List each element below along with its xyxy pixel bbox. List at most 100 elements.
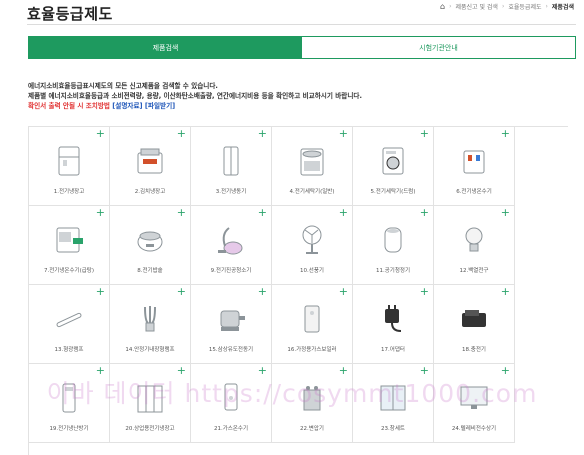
product-label: 15.삼상유도전동기 xyxy=(208,347,254,353)
plus-icon[interactable]: + xyxy=(339,128,348,139)
plus-icon[interactable]: + xyxy=(420,365,429,376)
cfl-lamp-icon xyxy=(144,305,156,332)
tab-bar: 제품검색 시험기관안내 xyxy=(28,36,576,59)
breadcrumb-current: 제품검색 xyxy=(551,4,574,11)
fluorescent-lamp-icon xyxy=(56,312,82,328)
divider xyxy=(27,24,576,25)
kimchi-fridge-icon xyxy=(137,148,163,174)
plus-icon[interactable]: + xyxy=(258,207,267,218)
product-tile[interactable]: +21.가스온수기 xyxy=(191,364,272,443)
air-conditioner-icon xyxy=(62,383,76,413)
plus-icon[interactable]: + xyxy=(420,128,429,139)
intro-line-2: 제품별 에너지소비효율등급과 소비전력량, 용량, 이산화탄소배출량, 연간에너… xyxy=(28,92,362,100)
drum-washer-icon xyxy=(382,147,404,175)
product-tile[interactable]: +23.창세트 xyxy=(353,364,434,443)
notice-text: 확인서 출력 안될 시 조치방법 xyxy=(28,102,110,110)
download-link[interactable]: [파일받기] xyxy=(145,102,175,110)
plus-icon[interactable]: + xyxy=(258,365,267,376)
gas-boiler-icon xyxy=(304,305,320,333)
tab-testing-agencies[interactable]: 시험기관안내 xyxy=(302,37,575,58)
product-tile[interactable]: +7.전기냉온수기(급탕) xyxy=(29,206,110,285)
product-tile[interactable]: +8.전기밥솥 xyxy=(110,206,191,285)
gas-water-heater-icon xyxy=(224,383,238,411)
product-tile[interactable]: +10.선풍기 xyxy=(272,206,353,285)
plus-icon[interactable]: + xyxy=(177,286,186,297)
commercial-fridge-icon xyxy=(137,385,163,413)
product-label: 14.안정기내장형램프 xyxy=(125,347,175,353)
product-tile[interactable]: +2.김치냉장고 xyxy=(110,127,191,206)
product-tile[interactable]: +24.텔레비전수상기 xyxy=(434,364,515,443)
product-tile[interactable]: +20.상업용전기냉장고 xyxy=(110,364,191,443)
plus-icon[interactable]: + xyxy=(177,365,186,376)
product-label: 5.전기세탁기(드럼) xyxy=(370,189,416,195)
product-label: 10.선풍기 xyxy=(300,268,324,274)
product-label: 19.전기냉난방기 xyxy=(49,426,89,432)
product-tile[interactable]: +12.백열전구 xyxy=(434,206,515,285)
page-title: 효율등급제도 xyxy=(27,5,113,23)
light-bulb-icon xyxy=(465,227,483,252)
freezer-icon xyxy=(223,146,239,176)
product-tile[interactable]: +18.충전기 xyxy=(434,285,515,364)
plus-icon[interactable]: + xyxy=(339,207,348,218)
product-tile[interactable]: +19.전기냉난방기 xyxy=(29,364,110,443)
plus-icon[interactable]: + xyxy=(258,286,267,297)
product-tile[interactable]: +3.전기냉동기 xyxy=(191,127,272,206)
product-tile[interactable]: +6.전기냉온수기 xyxy=(434,127,515,206)
product-label: 17.어댑터 xyxy=(381,347,405,353)
plus-icon[interactable]: + xyxy=(177,128,186,139)
product-tile[interactable]: +1.전기냉장고 xyxy=(29,127,110,206)
plus-icon[interactable]: + xyxy=(96,128,105,139)
product-label: 8.전기밥솥 xyxy=(137,268,163,274)
plus-icon[interactable]: + xyxy=(501,365,510,376)
product-label: 12.백열전구 xyxy=(459,268,489,274)
product-label: 4.전기세탁기(일반) xyxy=(289,189,335,195)
plus-icon[interactable]: + xyxy=(501,128,510,139)
product-tile[interactable]: +5.전기세탁기(드럼) xyxy=(353,127,434,206)
plus-icon[interactable]: + xyxy=(258,128,267,139)
plus-icon[interactable]: + xyxy=(420,207,429,218)
product-tile[interactable]: +4.전기세탁기(일반) xyxy=(272,127,353,206)
product-label: 24.텔레비전수상기 xyxy=(451,426,497,432)
product-label: 16.가정용가스보일러 xyxy=(287,347,337,353)
intro-text: 에너지소비효율등급표시제도의 모든 신고제품을 검색할 수 있습니다. 제품별 … xyxy=(28,81,362,111)
product-tile[interactable]: +22.변압기 xyxy=(272,364,353,443)
product-label: 21.가스온수기 xyxy=(213,426,249,432)
product-label: 1.전기냉장고 xyxy=(53,189,85,195)
charger-icon xyxy=(462,310,486,327)
plus-icon[interactable]: + xyxy=(339,286,348,297)
product-label: 9.전기진공청소기 xyxy=(210,268,252,274)
plus-icon[interactable]: + xyxy=(501,207,510,218)
transformer-icon xyxy=(303,386,321,411)
product-tile[interactable]: +13.형광램프 xyxy=(29,285,110,364)
product-label: 11.공기청정기 xyxy=(375,268,411,274)
plus-icon[interactable]: + xyxy=(501,286,510,297)
plus-icon[interactable]: + xyxy=(339,365,348,376)
product-label: 23.창세트 xyxy=(381,426,405,432)
tab-product-search[interactable]: 제품검색 xyxy=(29,37,302,58)
product-tile[interactable]: +15.삼상유도전동기 xyxy=(191,285,272,364)
home-icon[interactable]: ⌂ xyxy=(440,2,445,11)
product-tile[interactable]: +9.전기진공청소기 xyxy=(191,206,272,285)
plus-icon[interactable]: + xyxy=(177,207,186,218)
plus-icon[interactable]: + xyxy=(96,365,105,376)
product-tile[interactable]: +16.가정용가스보일러 xyxy=(272,285,353,364)
product-label: 18.충전기 xyxy=(462,347,486,353)
intro-line-1: 에너지소비효율등급표시제도의 모든 신고제품을 검색할 수 있습니다. xyxy=(28,82,218,90)
washing-machine-icon xyxy=(300,148,324,176)
breadcrumb-item[interactable]: 효율등급제도 xyxy=(508,2,541,11)
product-grid: +1.전기냉장고 +2.김치냉장고 +3.전기냉동기 +4.전기세탁기(일반) +5.전… xyxy=(28,126,568,455)
plus-icon[interactable]: + xyxy=(96,207,105,218)
fan-icon xyxy=(302,225,322,254)
chevron-right-icon: › xyxy=(501,3,505,10)
plus-icon[interactable]: + xyxy=(420,286,429,297)
product-tile[interactable]: +17.어댑터 xyxy=(353,285,434,364)
product-tile[interactable]: +14.안정기내장형램프 xyxy=(110,285,191,364)
product-label: 22.변압기 xyxy=(300,426,324,432)
guide-link[interactable]: [설명자료] xyxy=(112,102,142,110)
product-label: 20.상업용전기냉장고 xyxy=(125,426,175,432)
plus-icon[interactable]: + xyxy=(96,286,105,297)
breadcrumb-item[interactable]: 제품신고 및 검색 xyxy=(456,2,498,11)
product-label: 3.전기냉동기 xyxy=(215,189,247,195)
window-set-icon xyxy=(380,385,406,411)
product-tile[interactable]: +11.공기청정기 xyxy=(353,206,434,285)
